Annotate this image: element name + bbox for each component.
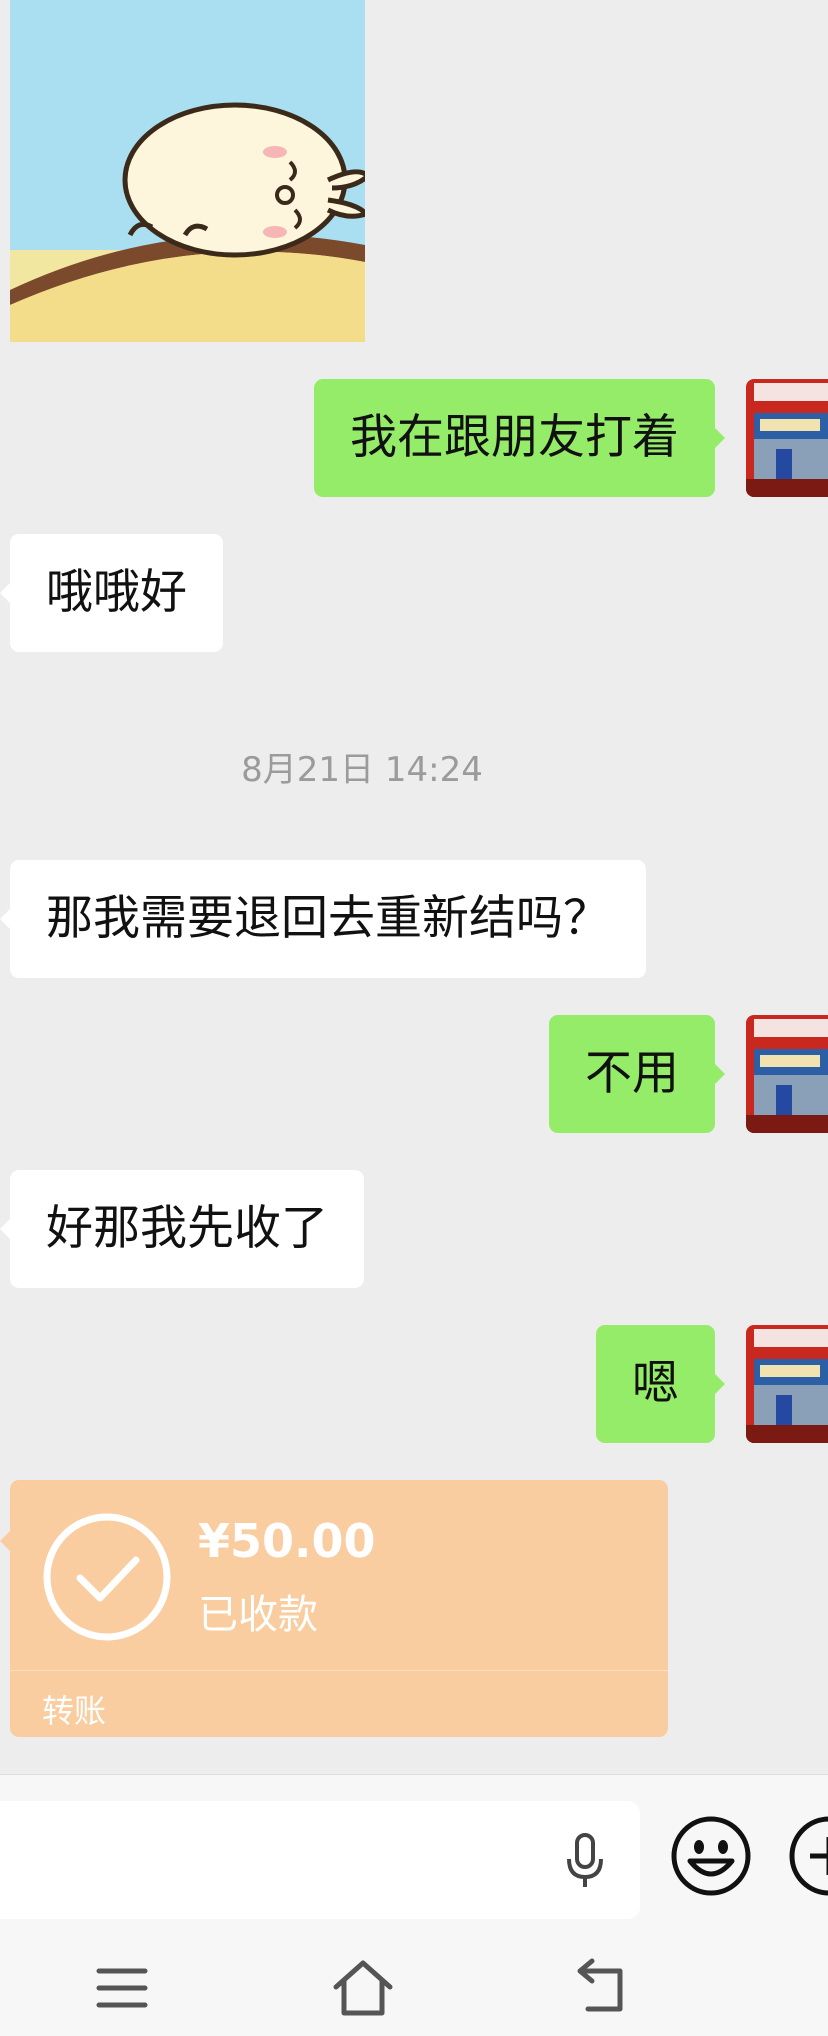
message-text: 哦哦好 bbox=[46, 565, 187, 620]
transfer-status: 已收款 bbox=[198, 1592, 318, 1638]
message-timestamp: 8月21日 14:24 bbox=[241, 750, 483, 790]
message-bubble-other[interactable]: 那我需要退回去重新结吗？ bbox=[0, 860, 646, 978]
transfer-card[interactable]: ¥50.00 已收款 转账 bbox=[0, 1480, 668, 1737]
transfer-label: 转账 bbox=[42, 1692, 107, 1730]
home-icon[interactable] bbox=[328, 1953, 398, 2023]
emoji-icon[interactable] bbox=[670, 1815, 752, 1897]
transfer-amount: ¥50.00 bbox=[198, 1514, 376, 1568]
microphone-icon[interactable] bbox=[560, 1831, 610, 1891]
message-text: 我在跟朋友打着 bbox=[350, 410, 679, 465]
chat-input-bar bbox=[0, 1774, 828, 1929]
message-bubble-self[interactable]: 不用 bbox=[549, 1015, 725, 1133]
message-input[interactable] bbox=[0, 1801, 640, 1919]
avatar-self[interactable] bbox=[746, 1325, 828, 1443]
message-bubble-other[interactable]: 哦哦好 bbox=[0, 534, 223, 652]
system-navigation-bar bbox=[0, 1929, 828, 2036]
transfer-divider bbox=[10, 1670, 668, 1671]
message-text: 那我需要退回去重新结吗？ bbox=[46, 891, 610, 946]
message-bubble-self[interactable]: 嗯 bbox=[596, 1325, 725, 1443]
back-icon[interactable] bbox=[568, 1953, 638, 2023]
message-text: 不用 bbox=[585, 1046, 679, 1101]
message-bubble-other[interactable]: 好那我先收了 bbox=[0, 1170, 364, 1288]
plus-icon[interactable] bbox=[788, 1815, 828, 1897]
message-bubble-self[interactable]: 我在跟朋友打着 bbox=[314, 379, 725, 497]
avatar-self[interactable] bbox=[746, 1015, 828, 1133]
check-circle-icon bbox=[43, 1513, 171, 1641]
menu-icon[interactable] bbox=[87, 1953, 157, 2023]
rabbit-sticker-image[interactable] bbox=[10, 0, 365, 342]
avatar-self[interactable] bbox=[746, 379, 828, 497]
message-text: 嗯 bbox=[632, 1356, 679, 1411]
message-text: 好那我先收了 bbox=[46, 1201, 328, 1256]
